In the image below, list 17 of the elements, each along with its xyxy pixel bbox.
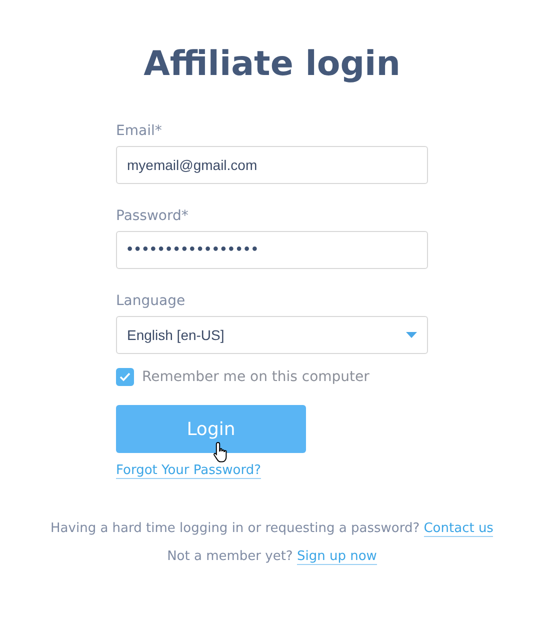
- language-dropdown[interactable]: English [en-US]: [116, 316, 428, 354]
- field-label: Email*: [116, 122, 163, 140]
- email-field[interactable]: myemail@gmail.com: [116, 146, 428, 184]
- forgot-password-link[interactable]: Forgot Your Password?: [116, 463, 262, 479]
- password-field[interactable]: •••••••••••••••••: [116, 231, 428, 269]
- page-title: Affiliate login: [144, 44, 400, 84]
- footer-link[interactable]: Sign up now: [296, 549, 377, 565]
- field-label: Language: [116, 292, 186, 310]
- checkbox[interactable]: [116, 368, 134, 386]
- field-label: Password*: [116, 207, 190, 225]
- help-text: Not a member yet? Sign up now: [167, 548, 377, 567]
- login-button[interactable]: Login: [116, 405, 306, 453]
- checkbox-label[interactable]: Remember me on this computer: [142, 369, 370, 385]
- caret-icon: [406, 332, 417, 338]
- help-text: Having a hard time logging in or requesting a password? Contact us: [50, 520, 494, 539]
- footer-link[interactable]: Contact us: [424, 521, 494, 537]
- checkmark-icon: [119, 372, 131, 382]
